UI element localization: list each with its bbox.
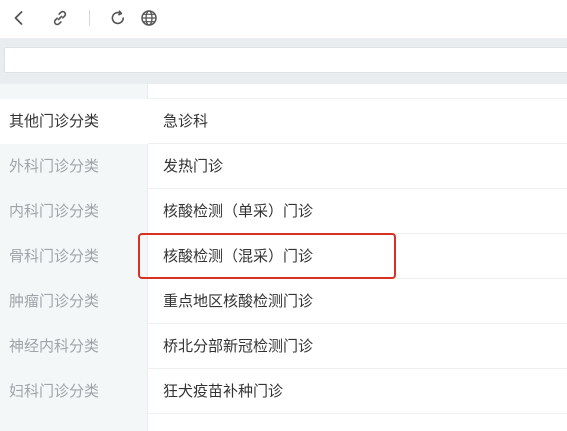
category-item-internal-medicine[interactable]: 内科门诊分类 [0,189,148,234]
category-sidebar: 其他门诊分类 外科门诊分类 内科门诊分类 骨科门诊分类 肿瘤门诊分类 神经内科分… [0,84,148,431]
toolbar-separator [89,10,90,26]
department-item-rabies-vaccine[interactable]: 狂犬疫苗补种门诊 [148,369,567,414]
category-item-neurology[interactable]: 神经内科分类 [0,324,148,369]
category-item-orthopedics[interactable]: 骨科门诊分类 [0,234,148,279]
link-icon[interactable] [50,8,70,28]
department-item-qiaobei-covid-test[interactable]: 桥北分部新冠检测门诊 [148,324,567,369]
department-item-key-region-nat[interactable]: 重点地区核酸检测门诊 [148,279,567,324]
globe-icon[interactable] [139,8,159,28]
department-item-emergency[interactable]: 急诊科 [148,99,567,144]
back-icon[interactable] [9,8,29,28]
refresh-icon[interactable] [108,8,128,28]
category-item-other-clinics[interactable]: 其他门诊分类 [0,99,148,144]
category-item-surgery[interactable]: 外科门诊分类 [0,144,148,189]
department-item-nat-single[interactable]: 核酸检测（单采）门诊 [148,189,567,234]
department-item-nat-pooled[interactable]: 核酸检测（混采）门诊 [148,234,567,279]
category-item-gynecology[interactable]: 妇科门诊分类 [0,369,148,414]
browser-toolbar [0,0,567,39]
department-item-fever-clinic[interactable]: 发热门诊 [148,144,567,189]
address-input[interactable] [4,47,567,73]
department-selector: 其他门诊分类 外科门诊分类 内科门诊分类 骨科门诊分类 肿瘤门诊分类 神经内科分… [0,84,567,431]
department-item-partial[interactable] [148,84,567,99]
category-item-partial[interactable] [0,84,148,99]
department-list: 急诊科 发热门诊 核酸检测（单采）门诊 核酸检测（混采）门诊 重点地区核酸检测门… [148,84,567,431]
category-item-oncology[interactable]: 肿瘤门诊分类 [0,279,148,324]
